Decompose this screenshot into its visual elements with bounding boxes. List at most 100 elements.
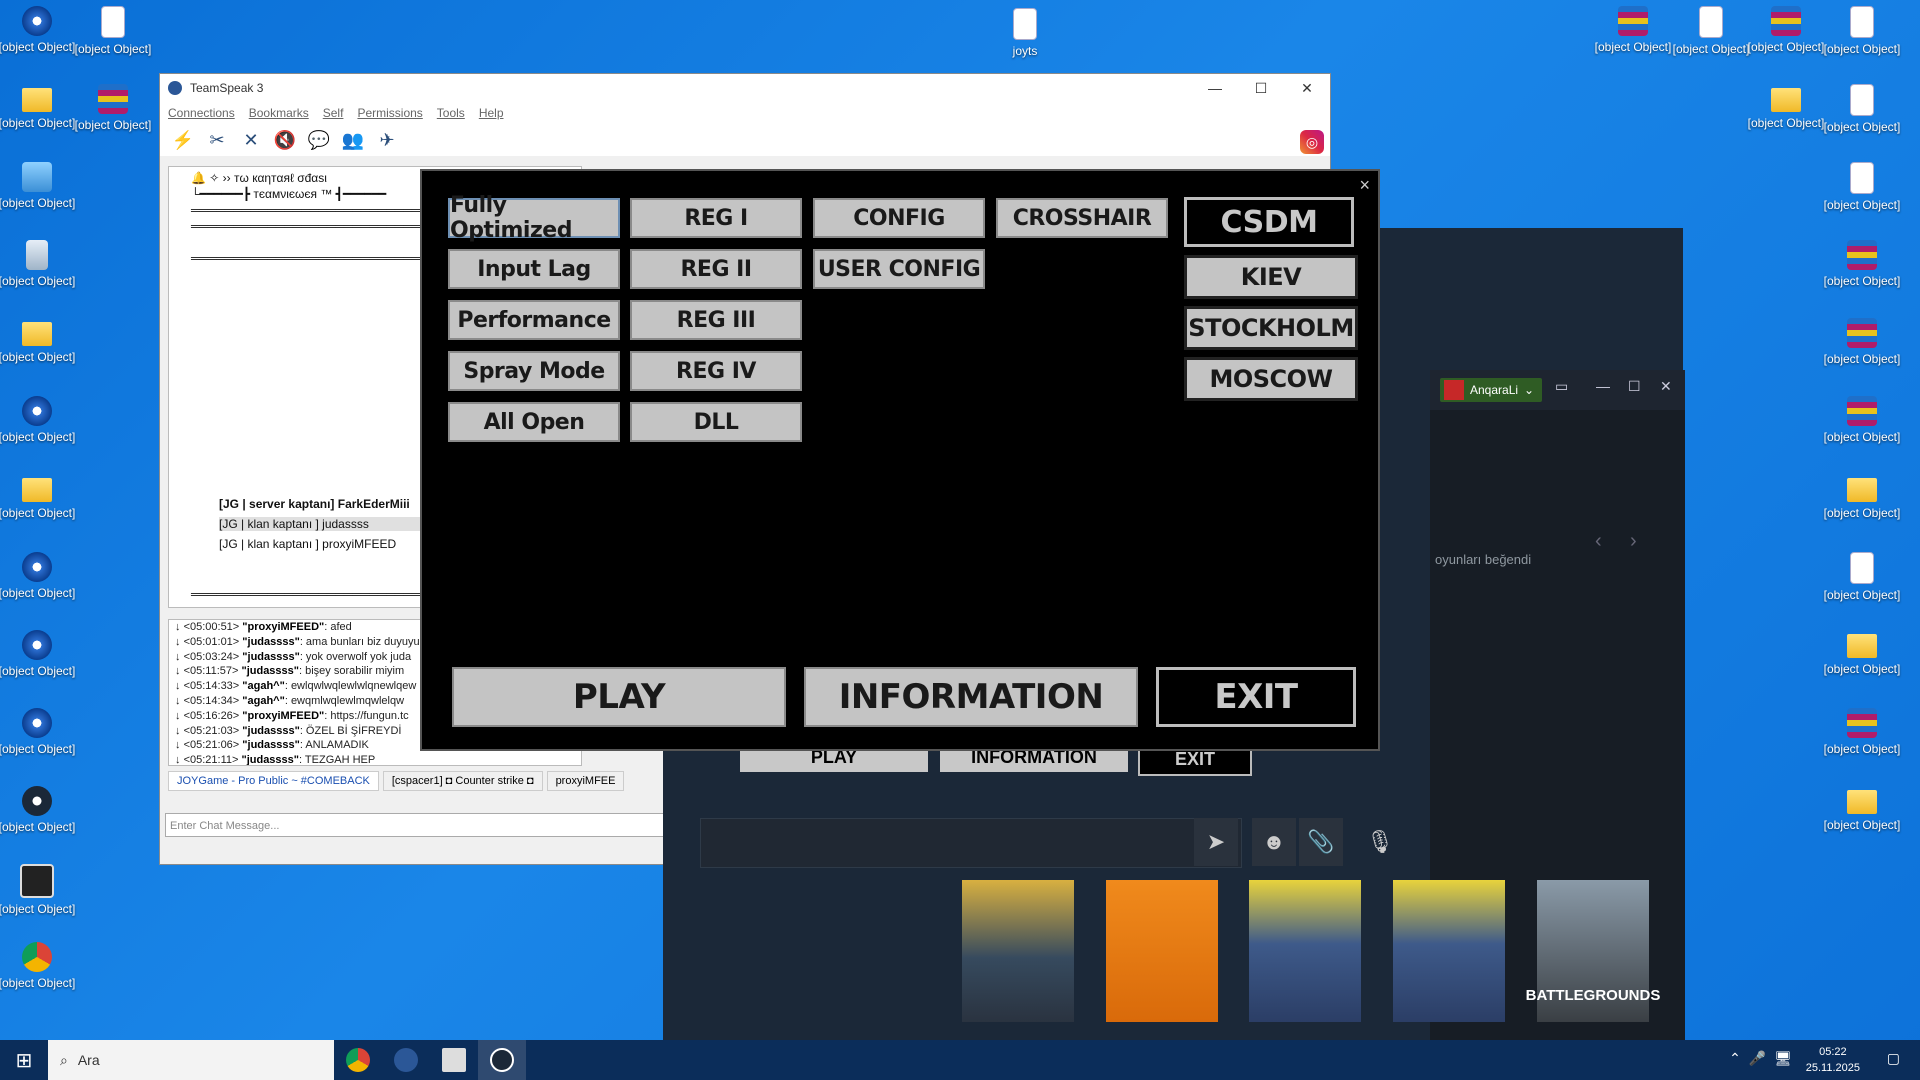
desktop-icon[interactable]: [object Object] xyxy=(1819,474,1905,521)
monitor-icon[interactable]: ▭ xyxy=(1555,378,1568,395)
desktop-icon[interactable]: [object Object] xyxy=(1668,6,1754,57)
desktop-icon[interactable]: [object Object] xyxy=(0,318,80,365)
menu-connections[interactable]: Connections xyxy=(168,106,235,120)
desktop-icon[interactable]: [object Object] xyxy=(0,630,80,679)
close-icon[interactable]: ✕ xyxy=(1660,378,1672,395)
server-csdm-button[interactable]: CSDM xyxy=(1184,197,1354,247)
server-moscow-button[interactable]: MOSCOW xyxy=(1184,357,1358,401)
game-tile[interactable]: BATTLEGROUNDS xyxy=(1526,880,1660,1022)
desktop-icon[interactable]: [object Object] xyxy=(1590,6,1676,55)
taskbar-teamspeak[interactable] xyxy=(382,1040,430,1080)
menu-self[interactable]: Self xyxy=(323,106,344,120)
desktop-icon[interactable]: [object Object] xyxy=(0,84,80,131)
desktop-icon[interactable]: [object Object] xyxy=(1743,84,1829,131)
menu-tools[interactable]: Tools xyxy=(437,106,465,120)
emoji-icon[interactable]: ☻ xyxy=(1252,818,1296,866)
game-tile[interactable] xyxy=(962,880,1074,1022)
reg-4-button[interactable]: REG IV xyxy=(630,351,802,391)
game-tile[interactable] xyxy=(1393,880,1505,1022)
connect-icon[interactable]: ⚡ xyxy=(172,129,194,151)
desktop-icon[interactable]: [object Object] xyxy=(0,6,80,55)
reg-2-button[interactable]: REG II xyxy=(630,249,802,289)
desktop-icon[interactable]: [object Object] xyxy=(70,84,156,133)
desktop-icon[interactable]: [object Object] xyxy=(1819,708,1905,757)
instagram-icon[interactable]: ◎ xyxy=(1300,130,1324,154)
input-lag-button[interactable]: Input Lag xyxy=(448,249,620,289)
chat-user[interactable]: "judassss" xyxy=(242,725,300,737)
fully-optimized-button[interactable]: Fully Optimized xyxy=(448,193,620,243)
chevron-left-icon[interactable]: ‹ xyxy=(1595,530,1602,553)
desktop-icon[interactable]: [object Object] xyxy=(1819,552,1905,603)
mute-mic-icon[interactable]: ✕ xyxy=(240,129,262,151)
dll-button[interactable]: DLL xyxy=(630,402,802,442)
contacts-icon[interactable]: 👥 xyxy=(342,129,364,151)
taskbar-chrome[interactable] xyxy=(334,1040,382,1080)
all-open-button[interactable]: All Open xyxy=(448,402,620,442)
desktop-icon[interactable]: [object Object] xyxy=(1819,162,1905,213)
reg-1-button[interactable]: REG I xyxy=(630,198,802,238)
chat-user[interactable]: "judassss" xyxy=(241,665,299,677)
chat-user[interactable]: "judassss" xyxy=(242,636,300,648)
chat-user[interactable]: "judassss" xyxy=(242,739,300,751)
desktop-icon[interactable]: [object Object] xyxy=(0,474,80,521)
steam-user-menu[interactable]: AnqaraLi ⌄ xyxy=(1440,378,1543,402)
chat-user[interactable]: "proxyiMFEED" xyxy=(242,621,324,633)
menu-help[interactable]: Help xyxy=(479,106,504,120)
desktop-icon-joyts[interactable]: joyts xyxy=(982,8,1068,59)
taskbar-steam[interactable] xyxy=(478,1040,526,1080)
desktop-icon[interactable]: [object Object] xyxy=(70,6,156,57)
close-icon[interactable]: × xyxy=(1359,175,1370,196)
minimize-icon[interactable]: — xyxy=(1192,74,1238,102)
chevron-right-icon[interactable]: › xyxy=(1630,530,1637,553)
desktop-icon[interactable]: [object Object] xyxy=(1819,240,1905,289)
reg-3-button[interactable]: REG III xyxy=(630,300,802,340)
chat-user[interactable]: "agah^" xyxy=(242,695,285,707)
performance-button[interactable]: Performance xyxy=(448,300,620,340)
steam-chat-input[interactable] xyxy=(700,818,1242,868)
desktop-icon[interactable]: [object Object] xyxy=(0,864,80,917)
desktop-icon[interactable]: [object Object] xyxy=(1819,318,1905,367)
tree-user[interactable]: [JG | server kaptanı] FarkEderMiii xyxy=(219,497,410,511)
disconnect-icon[interactable]: ✂ xyxy=(206,129,228,151)
tray-icons[interactable]: ⌃🎤🖥 xyxy=(1729,1050,1800,1067)
chat-user[interactable]: "judassss" xyxy=(241,754,299,765)
windows-start-icon[interactable]: ⊞ xyxy=(0,1040,48,1080)
server-kiev-button[interactable]: KIEV xyxy=(1184,255,1358,299)
whisper-icon[interactable]: ✈ xyxy=(376,129,398,151)
menu-permissions[interactable]: Permissions xyxy=(357,106,422,120)
attach-icon[interactable]: 📎 xyxy=(1299,818,1343,866)
menu-bookmarks[interactable]: Bookmarks xyxy=(249,106,309,120)
config-button[interactable]: CONFIG xyxy=(813,198,985,238)
game-tile[interactable] xyxy=(1106,880,1218,1022)
game-tile[interactable] xyxy=(1249,880,1361,1022)
crosshair-button[interactable]: CROSSHAIR xyxy=(996,198,1168,238)
desktop-icon[interactable]: [object Object] xyxy=(0,552,80,601)
chat-user[interactable]: "proxyiMFEED" xyxy=(242,710,324,722)
desktop-icon[interactable]: [object Object] xyxy=(0,396,80,445)
taskbar-counter-strike[interactable] xyxy=(430,1040,478,1080)
taskbar-search[interactable]: ⌕ Ara xyxy=(48,1040,334,1080)
chat-user[interactable]: "judassss" xyxy=(242,651,300,663)
notification-icon[interactable]: ▢ xyxy=(1887,1050,1900,1067)
desktop-icon[interactable]: [object Object] xyxy=(0,786,80,835)
desktop-icon[interactable]: [object Object] xyxy=(1819,84,1905,135)
desktop-icon[interactable]: [object Object] xyxy=(0,708,80,757)
tree-channel[interactable]: 🔔 ✧ ›› тω кαηтαяℓ σđαѕι xyxy=(191,171,327,185)
information-button[interactable]: INFORMATION xyxy=(804,667,1138,727)
close-icon[interactable]: ✕ xyxy=(1284,74,1330,102)
user-config-button[interactable]: USER CONFIG xyxy=(813,249,985,289)
desktop-icon[interactable]: [object Object] xyxy=(0,162,80,211)
spray-mode-button[interactable]: Spray Mode xyxy=(448,351,620,391)
server-stockholm-button[interactable]: STOCKHOLM xyxy=(1184,306,1358,350)
minimize-icon[interactable]: — xyxy=(1596,378,1610,394)
maximize-icon[interactable]: ☐ xyxy=(1628,378,1641,395)
tab-server-chat[interactable]: JOYGame - Pro Public ~ #COMEBACK xyxy=(168,771,379,791)
desktop-icon[interactable]: [object Object] xyxy=(0,240,80,289)
play-button[interactable]: PLAY xyxy=(452,667,786,727)
away-icon[interactable]: 💬 xyxy=(308,129,330,151)
maximize-icon[interactable]: ☐ xyxy=(1238,74,1284,102)
tree-user[interactable]: [JG | klan kaptanı ] proxyiMFEED xyxy=(219,537,396,551)
send-icon[interactable]: ➤ xyxy=(1194,818,1238,866)
desktop-icon[interactable]: [object Object] xyxy=(1819,630,1905,677)
chat-user[interactable]: "agah^" xyxy=(242,680,285,692)
